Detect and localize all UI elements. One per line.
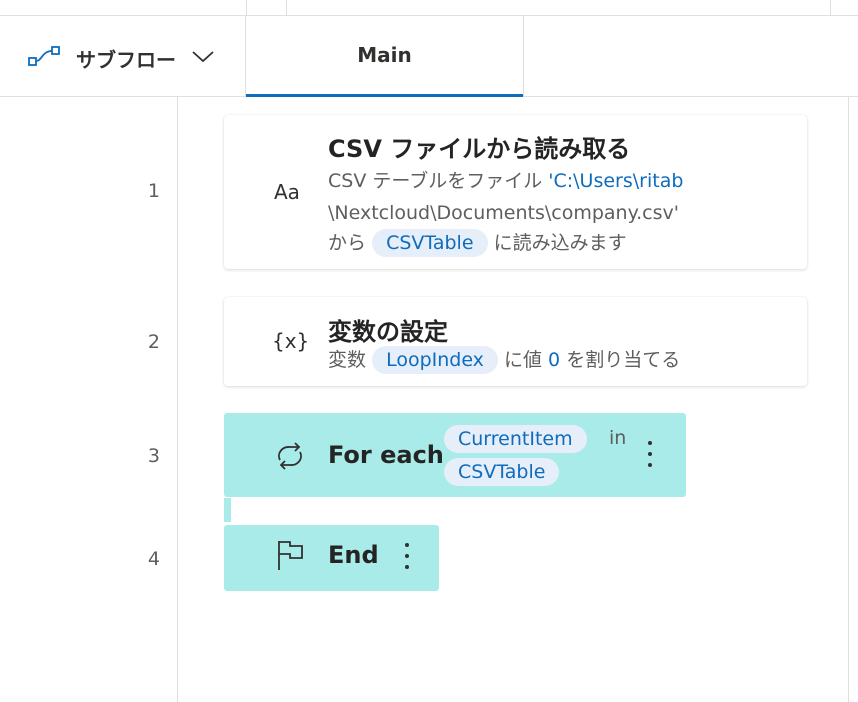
- desc-text: に読み込みます: [493, 232, 627, 254]
- more-vertical-icon[interactable]: [645, 437, 655, 471]
- line-number-3: 3: [147, 445, 160, 467]
- top-strip: [0, 0, 858, 16]
- flag-icon: [278, 541, 303, 570]
- file-path-line2: \Nextcloud\Documents\company.csv': [328, 202, 679, 224]
- variable-icon: {x}: [272, 329, 310, 353]
- desc-text: CSV テーブルをファイル: [328, 170, 549, 192]
- value-literal: 0: [548, 349, 561, 371]
- loop-icon: [278, 442, 302, 470]
- subflows-dropdown[interactable]: サブフロー: [0, 16, 246, 96]
- for-each-label: For each: [328, 441, 444, 469]
- active-tab-indicator: [246, 94, 523, 97]
- action-for-each[interactable]: For each CurrentItem in CSVTable: [224, 413, 686, 497]
- variable-pill[interactable]: CurrentItem: [444, 425, 587, 453]
- divider: [830, 0, 831, 15]
- subflow-icon: [28, 46, 60, 66]
- action-set-variable[interactable]: {x} 変数の設定 変数 LoopIndex に値 0 を割り当てる: [224, 297, 807, 386]
- desc-text: を割り当てる: [566, 349, 681, 371]
- tab-main[interactable]: Main: [246, 16, 524, 97]
- action-title: 変数の設定: [328, 318, 448, 346]
- in-keyword: in: [609, 427, 627, 449]
- more-vertical-icon[interactable]: [402, 539, 412, 573]
- tab-main-label: Main: [357, 43, 412, 67]
- variable-pill[interactable]: CSVTable: [372, 229, 488, 257]
- action-description: 変数 LoopIndex に値 0 を割り当てる: [328, 345, 680, 375]
- text-icon: Aa: [274, 180, 300, 204]
- line-number-4: 4: [147, 548, 160, 570]
- chevron-down-icon[interactable]: [190, 46, 216, 66]
- action-title: CSV ファイルから読み取る: [328, 135, 631, 163]
- loop-body-indicator: [224, 498, 231, 522]
- subflows-label: サブフロー: [76, 48, 176, 72]
- action-end[interactable]: End: [224, 525, 439, 591]
- desc-text: 変数: [328, 349, 367, 371]
- desc-text: から: [328, 232, 367, 254]
- variable-pill[interactable]: LoopIndex: [372, 346, 498, 374]
- action-read-csv[interactable]: Aa CSV ファイルから読み取る CSV テーブルをファイル 'C:\User…: [224, 115, 807, 269]
- end-label: End: [328, 541, 379, 569]
- file-path: 'C:\Users\ritab: [548, 170, 684, 192]
- desc-text: に値: [503, 349, 542, 371]
- action-description-line1: CSV テーブルをファイル 'C:\Users\ritab: [328, 166, 683, 196]
- variable-pill[interactable]: CSVTable: [444, 458, 560, 486]
- action-description-line3: から CSVTable に読み込みます: [328, 228, 627, 258]
- divider: [286, 0, 287, 15]
- tab-bar: サブフロー Main: [0, 16, 858, 97]
- scrollbar-track[interactable]: [848, 97, 849, 702]
- line-number-1: 1: [147, 180, 160, 202]
- divider: [246, 0, 247, 15]
- line-number-2: 2: [147, 331, 160, 353]
